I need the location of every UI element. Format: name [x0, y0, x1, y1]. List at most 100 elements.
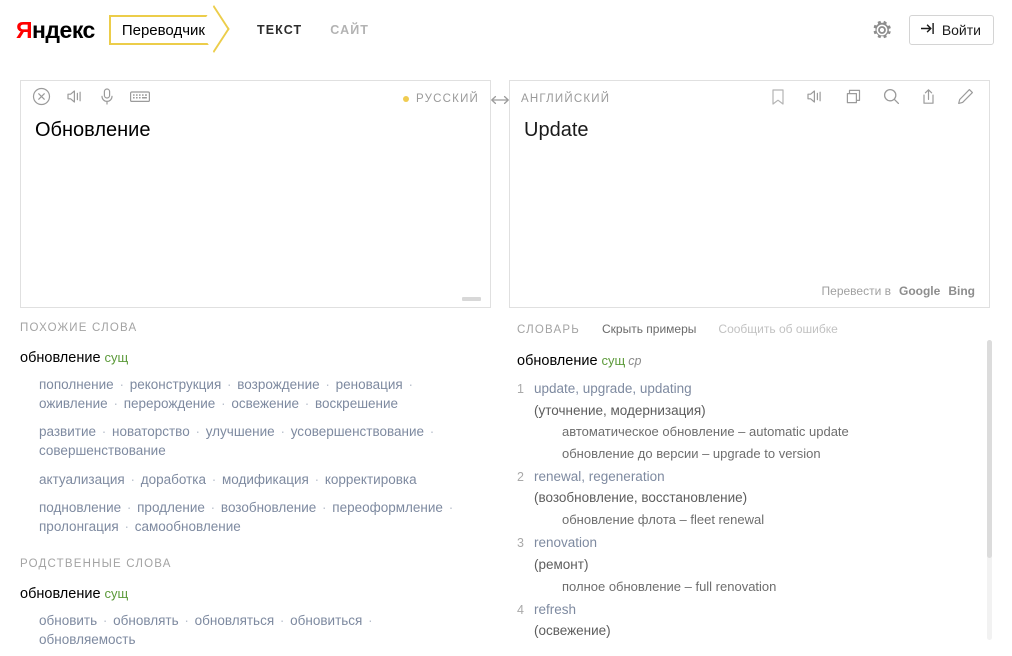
synonym-word[interactable]: воскрешение	[315, 396, 398, 411]
target-language-selector[interactable]: Английский	[521, 93, 610, 105]
synonym-word[interactable]: подновление	[39, 500, 121, 515]
tab-text[interactable]: Текст	[257, 23, 302, 37]
word-separator: ·	[316, 500, 332, 515]
service-tab-label: Переводчик	[122, 22, 205, 39]
entry-translations[interactable]: update, upgrade, updating	[534, 378, 692, 400]
edit-icon[interactable]	[956, 87, 975, 111]
speaker-icon[interactable]	[805, 87, 825, 111]
word-separator: ·	[320, 377, 336, 392]
word-separator: ·	[96, 424, 112, 439]
synonym-word[interactable]: самообновление	[135, 519, 241, 534]
word-separator: ·	[119, 519, 135, 534]
word-separator: ·	[215, 396, 231, 411]
search-icon[interactable]	[882, 87, 901, 111]
swap-arrows-icon[interactable]	[490, 93, 510, 308]
synonym-word[interactable]: развитие	[39, 424, 96, 439]
similar-words-section: Похожие слова обновлениесущ пополнение ·…	[20, 322, 499, 536]
gear-icon[interactable]	[871, 19, 893, 41]
entry-gloss: (возобновление, восстановление)	[534, 487, 992, 509]
microphone-icon[interactable]	[99, 87, 115, 111]
mode-nav: Текст Сайт	[257, 23, 369, 37]
source-text-input[interactable]: Обновление	[21, 117, 490, 157]
synonym-word[interactable]: реновация	[336, 377, 403, 392]
entry-translation-line: 4refresh	[517, 599, 992, 621]
synonym-word[interactable]: обновиться	[290, 613, 362, 628]
logo-ya-letter: Я	[16, 17, 32, 43]
copy-icon[interactable]	[844, 87, 863, 111]
synonym-word[interactable]: обновляться	[195, 613, 275, 628]
synonym-word[interactable]: новаторство	[112, 424, 190, 439]
source-language-label: Русский	[416, 93, 479, 105]
headword-text: обновление	[20, 350, 101, 366]
dictionary-scrollbar-thumb[interactable]	[987, 340, 992, 558]
synonym-word[interactable]: возобновление	[221, 500, 316, 515]
dictionary-entries: 1update, upgrade, updating(уточнение, мо…	[517, 378, 992, 642]
synonym-word[interactable]: совершенствование	[39, 443, 166, 458]
tab-site[interactable]: Сайт	[330, 23, 369, 37]
report-error-button[interactable]: Сообщить об ошибке	[718, 322, 837, 337]
swap-languages-container	[491, 80, 509, 308]
logo-rest: ндекс	[32, 17, 95, 43]
clear-icon[interactable]	[32, 87, 51, 111]
hide-examples-button[interactable]: Скрыть примеры	[602, 322, 696, 337]
synonym-word[interactable]: освежение	[231, 396, 299, 411]
related-words-section: Родственные слова обновлениесущ обновить…	[20, 558, 499, 649]
language-status-dot	[403, 96, 409, 102]
dictionary-scrollbar[interactable]	[987, 340, 992, 640]
synonym-word[interactable]: обновляемость	[39, 632, 136, 647]
synonym-word[interactable]: обновить	[39, 613, 97, 628]
word-separator: ·	[190, 424, 206, 439]
target-icon-row	[770, 87, 975, 112]
target-panel: Английский	[509, 80, 990, 308]
synonym-word[interactable]: обновлять	[113, 613, 178, 628]
entry-gloss: (освежение)	[534, 620, 992, 642]
synonym-word[interactable]: актуализация	[39, 472, 125, 487]
entry-translations[interactable]: renewal, regeneration	[534, 466, 665, 488]
entry-translation-line: 2renewal, regeneration	[517, 466, 992, 488]
dictionary-column: Словарь Скрыть примеры Сообщить об ошибк…	[509, 322, 992, 652]
synonym-word[interactable]: модификация	[222, 472, 309, 487]
panel-resize-handle[interactable]	[462, 297, 481, 301]
synonym-word[interactable]: реконструкция	[130, 377, 222, 392]
entry-translations[interactable]: renovation	[534, 532, 597, 554]
synonym-word[interactable]: корректировка	[325, 472, 417, 487]
synonym-word[interactable]: пролонгация	[39, 519, 119, 534]
yandex-logo[interactable]: Яндекс	[16, 19, 95, 42]
dictionary-entry: 1update, upgrade, updating(уточнение, мо…	[517, 378, 992, 464]
synonym-word[interactable]: доработка	[141, 472, 206, 487]
synonym-word[interactable]: оживление	[39, 396, 108, 411]
translate-via-google[interactable]: Google	[899, 284, 940, 298]
speaker-icon[interactable]	[65, 87, 85, 111]
synonym-word[interactable]: пополнение	[39, 377, 114, 392]
synonym-word[interactable]: переоформление	[332, 500, 443, 515]
similar-words-title: Похожие слова	[20, 322, 499, 334]
word-separator: ·	[108, 396, 124, 411]
entry-example: обновление флота – fleet renewal	[562, 509, 992, 530]
word-separator: ·	[274, 613, 290, 628]
bottom-sections: Похожие слова обновлениесущ пополнение ·…	[20, 322, 992, 652]
entry-example: автоматическое обновление – automatic up…	[562, 421, 992, 442]
word-separator: ·	[97, 613, 113, 628]
headword-text: обновление	[20, 586, 101, 602]
target-toolbar: Английский	[510, 81, 989, 117]
dictionary-title: Словарь	[517, 324, 580, 336]
word-separator: ·	[205, 500, 221, 515]
login-button[interactable]: Войти	[909, 15, 994, 45]
bookmark-icon[interactable]	[770, 87, 786, 112]
keyboard-icon[interactable]	[129, 87, 151, 111]
service-tab-translator[interactable]: Переводчик	[109, 15, 217, 45]
synonym-word[interactable]: продление	[137, 500, 205, 515]
source-language-selector[interactable]: Русский	[403, 93, 479, 105]
entry-translations[interactable]: refresh	[534, 599, 576, 621]
synonym-word[interactable]: усовершенствование	[291, 424, 424, 439]
synonym-word[interactable]: перерождение	[124, 396, 216, 411]
translate-via-bing[interactable]: Bing	[948, 284, 975, 298]
synonym-word[interactable]: возрождение	[237, 377, 319, 392]
synonym-group: подновление · продление · возобновление …	[39, 498, 469, 536]
similar-words-groups: пополнение · реконструкция · возрождение…	[20, 375, 499, 536]
synonym-word[interactable]: улучшение	[206, 424, 275, 439]
synonym-group: актуализация · доработка · модификация ·…	[39, 470, 469, 489]
target-text-output[interactable]: Update	[510, 117, 989, 157]
word-separator: ·	[424, 424, 436, 439]
share-icon[interactable]	[920, 87, 937, 112]
